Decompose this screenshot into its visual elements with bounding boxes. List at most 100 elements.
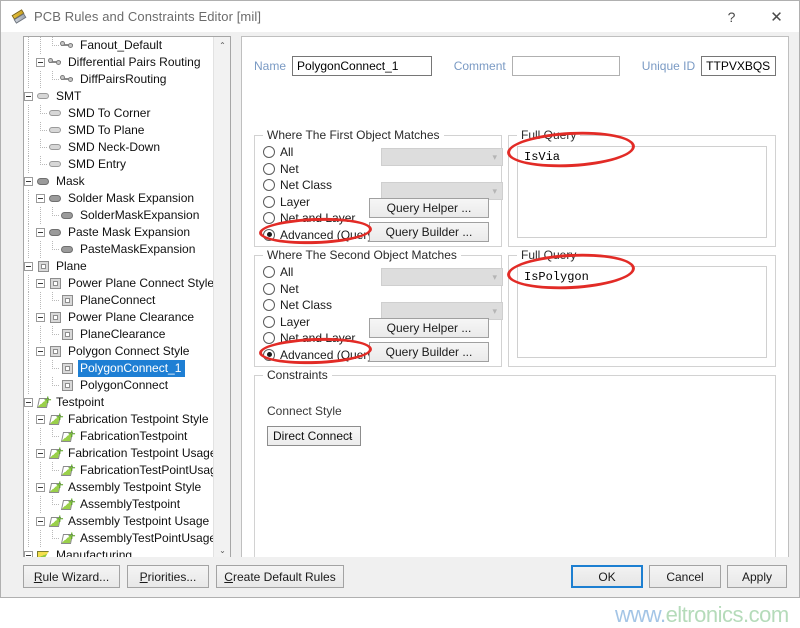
tree-expander-icon[interactable] — [36, 228, 45, 237]
second-radio-advanced-query[interactable]: Advanced (Query) — [263, 347, 373, 364]
tree-item-assemblytestpoint[interactable]: AssemblyTestpoint — [24, 496, 214, 513]
tree-item-fabricationtestpointusage[interactable]: FabricationTestPointUsage — [24, 462, 214, 479]
tree-item-fabricationtestpoint[interactable]: FabricationTestpoint — [24, 428, 214, 445]
tree-elbow-guide — [36, 156, 48, 173]
tree-item-soldermaskexpansion[interactable]: SolderMaskExpansion — [24, 207, 214, 224]
tree-expander-icon[interactable] — [36, 517, 45, 526]
tree-item-testpoint[interactable]: Testpoint — [24, 394, 214, 411]
connect-style-select[interactable]: Direct Connect ⌄ — [267, 426, 361, 446]
tree-item-smd-neck-down[interactable]: SMD Neck-Down — [24, 139, 214, 156]
tree-expander-icon[interactable] — [36, 415, 45, 424]
rules-tree[interactable]: Fanout_DefaultDifferential Pairs Routing… — [24, 37, 214, 559]
first-radio-advanced-query[interactable]: Advanced (Query) — [263, 227, 373, 244]
tree-indent-guide — [36, 428, 48, 445]
first-query-helper-button[interactable]: Query Helper ... — [369, 198, 489, 218]
name-input[interactable]: PolygonConnect_1 — [292, 56, 432, 76]
tree-item-differential-pairs-routing[interactable]: Differential Pairs Routing — [24, 54, 214, 71]
apply-button[interactable]: Apply — [727, 565, 787, 588]
tree-item-fabrication-testpoint-usage[interactable]: Fabrication Testpoint Usage — [24, 445, 214, 462]
tree-item-power-plane-clearance[interactable]: Power Plane Clearance — [24, 309, 214, 326]
radio-button-icon[interactable] — [263, 163, 275, 175]
radio-button-icon[interactable] — [263, 349, 275, 361]
tree-indent-guide — [36, 462, 48, 479]
radio-button-icon[interactable] — [263, 179, 275, 191]
tree-item-label: FabricationTestpoint — [78, 428, 191, 445]
radio-button-icon[interactable] — [263, 266, 275, 278]
close-icon[interactable]: ✕ — [754, 1, 799, 32]
tree-item-polygonconnect-1[interactable]: PolygonConnect_1 — [24, 360, 214, 377]
full-query-1-text[interactable]: IsVia — [517, 146, 767, 238]
first-radio-net-and-layer[interactable]: Net and Layer — [263, 210, 373, 227]
tree-indent-guide — [36, 360, 48, 377]
radio-button-icon[interactable] — [263, 196, 275, 208]
tree-item-polygonconnect[interactable]: PolygonConnect — [24, 377, 214, 394]
first-radio-all[interactable]: All — [263, 144, 373, 161]
tree-item-planeconnect[interactable]: PlaneConnect — [24, 292, 214, 309]
full-query-2-text[interactable]: IsPolygon — [517, 266, 767, 358]
tree-expander-icon[interactable] — [24, 398, 33, 407]
create-default-rules-button[interactable]: Create Default Rules — [216, 565, 344, 588]
first-radio-net[interactable]: Net — [263, 161, 373, 178]
second-radio-net[interactable]: Net — [263, 281, 373, 298]
radio-button-icon[interactable] — [263, 229, 275, 241]
tree-expander-icon[interactable] — [36, 279, 45, 288]
tree-indent-guide — [24, 139, 36, 156]
second-net-combo[interactable]: ▾ — [381, 268, 503, 286]
tree-item-assembly-testpoint-usage[interactable]: Assembly Testpoint Usage — [24, 513, 214, 530]
ok-button[interactable]: OK — [571, 565, 643, 588]
tree-item-solder-mask-expansion[interactable]: Solder Mask Expansion — [24, 190, 214, 207]
tree-expander-icon[interactable] — [24, 177, 33, 186]
tree-item-power-plane-connect-style[interactable]: Power Plane Connect Style — [24, 275, 214, 292]
tree-expander-icon[interactable] — [24, 262, 33, 271]
testpoint-icon — [48, 481, 63, 494]
tree-item-mask[interactable]: Mask — [24, 173, 214, 190]
tree-item-label: Assembly Testpoint Style — [66, 479, 205, 496]
tree-item-smd-entry[interactable]: SMD Entry — [24, 156, 214, 173]
tree-item-smd-to-corner[interactable]: SMD To Corner — [24, 105, 214, 122]
tree-item-fanout-default[interactable]: Fanout_Default — [24, 37, 214, 54]
tree-item-plane[interactable]: Plane — [24, 258, 214, 275]
second-radio-all[interactable]: All — [263, 264, 373, 281]
first-radio-net-class[interactable]: Net Class — [263, 177, 373, 194]
radio-button-icon[interactable] — [263, 283, 275, 295]
scroll-up-icon[interactable]: ⌃ — [214, 37, 231, 54]
tree-expander-icon[interactable] — [36, 449, 45, 458]
radio-button-icon[interactable] — [263, 316, 275, 328]
scrollbar-thumb[interactable] — [215, 55, 230, 539]
cancel-button[interactable]: Cancel — [649, 565, 721, 588]
tree-scrollbar[interactable]: ⌃ ⌄ — [213, 37, 230, 559]
second-radio-net-class[interactable]: Net Class — [263, 297, 373, 314]
first-net-combo[interactable]: ▾ — [381, 148, 503, 166]
tree-item-paste-mask-expansion[interactable]: Paste Mask Expansion — [24, 224, 214, 241]
help-icon[interactable]: ? — [709, 1, 754, 32]
radio-button-icon[interactable] — [263, 299, 275, 311]
tree-expander-icon[interactable] — [36, 58, 45, 67]
priorities-button[interactable]: Priorities... — [127, 565, 209, 588]
second-radio-net-and-layer[interactable]: Net and Layer — [263, 330, 373, 347]
radio-button-icon[interactable] — [263, 212, 275, 224]
tree-item-planeclearance[interactable]: PlaneClearance — [24, 326, 214, 343]
tree-expander-icon[interactable] — [36, 313, 45, 322]
second-radio-layer[interactable]: Layer — [263, 314, 373, 331]
tree-item-assemblytestpointusage[interactable]: AssemblyTestPointUsage — [24, 530, 214, 547]
comment-input[interactable] — [512, 56, 620, 76]
tree-item-diffpairsrouting[interactable]: DiffPairsRouting — [24, 71, 214, 88]
radio-button-icon[interactable] — [263, 146, 275, 158]
tree-item-polygon-connect-style[interactable]: Polygon Connect Style — [24, 343, 214, 360]
tree-expander-icon[interactable] — [36, 347, 45, 356]
tree-item-smd-to-plane[interactable]: SMD To Plane — [24, 122, 214, 139]
tree-expander-icon[interactable] — [36, 194, 45, 203]
radio-button-icon[interactable] — [263, 332, 275, 344]
tree-item-assembly-testpoint-style[interactable]: Assembly Testpoint Style — [24, 479, 214, 496]
tree-expander-icon[interactable] — [36, 483, 45, 492]
second-query-helper-button[interactable]: Query Helper ... — [369, 318, 489, 338]
rule-wizard-button[interactable]: Rule Wizard... — [23, 565, 120, 588]
unique-id-input[interactable]: TTPVXBQS — [701, 56, 776, 76]
tree-expander-icon[interactable] — [24, 92, 33, 101]
first-radio-layer[interactable]: Layer — [263, 194, 373, 211]
tree-item-fabrication-testpoint-style[interactable]: Fabrication Testpoint Style — [24, 411, 214, 428]
tree-item-pastemaskexpansion[interactable]: PasteMaskExpansion — [24, 241, 214, 258]
second-query-builder-button[interactable]: Query Builder ... — [369, 342, 489, 362]
first-query-builder-button[interactable]: Query Builder ... — [369, 222, 489, 242]
tree-item-smt[interactable]: SMT — [24, 88, 214, 105]
